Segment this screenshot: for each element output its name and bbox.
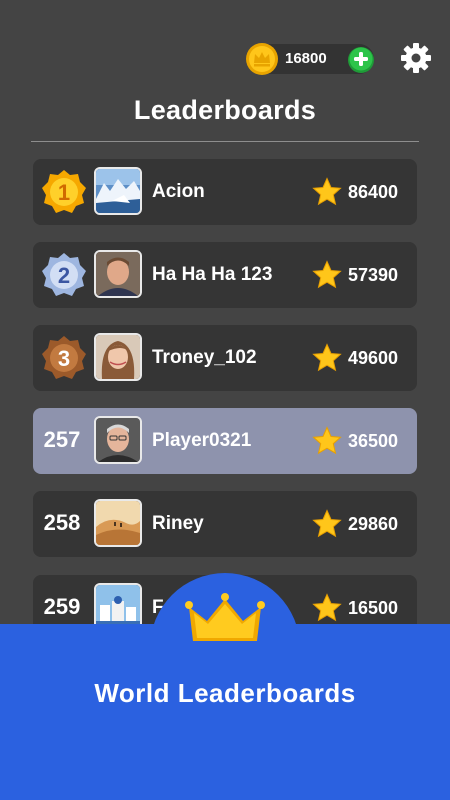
add-coins-button[interactable] xyxy=(347,46,375,74)
desert-photo-icon xyxy=(96,501,140,545)
player-score: 36500 xyxy=(348,431,399,451)
coin-count: 16800 xyxy=(285,50,327,67)
current-player-row[interactable]: 257 Player0321 36500 xyxy=(33,408,417,474)
player-name: Player0321 xyxy=(152,430,252,451)
star-icon xyxy=(312,343,342,373)
player-name: Troney_102 xyxy=(152,347,257,368)
player-rank: 257 xyxy=(43,427,81,452)
player-avatar xyxy=(94,250,142,298)
star-icon xyxy=(312,593,342,623)
leaderboard-row[interactable]: 3 Troney_102 49600 xyxy=(33,325,417,391)
player-avatar xyxy=(94,333,142,381)
woman-portrait-icon xyxy=(96,335,140,379)
star-icon xyxy=(312,260,342,290)
silver-medal-icon: 2 xyxy=(40,251,88,303)
player-name: Acion xyxy=(152,181,205,202)
player-score: 16500 xyxy=(348,598,399,618)
bronze-medal-icon: 3 xyxy=(40,334,88,386)
leaderboard-row[interactable]: 1 Acion 86400 xyxy=(33,159,417,225)
player-score: 49600 xyxy=(348,348,399,368)
player-avatar xyxy=(94,167,142,215)
player-rank: 259 xyxy=(43,594,81,619)
player-rank: 258 xyxy=(43,510,81,535)
gold-medal-icon: 1 xyxy=(40,168,88,220)
leaderboard-row[interactable]: 258 Riney 29860 xyxy=(33,491,417,557)
player-score: 57390 xyxy=(348,265,399,285)
settings-button[interactable] xyxy=(398,40,434,76)
crown-icon xyxy=(185,591,265,651)
player-name: Riney xyxy=(152,513,204,534)
medal-rank: 2 xyxy=(58,263,70,288)
page-title: Leaderboards xyxy=(133,95,317,125)
player-avatar xyxy=(94,416,142,464)
star-icon xyxy=(312,509,342,539)
man-portrait-icon xyxy=(96,252,140,296)
medal-rank: 3 xyxy=(58,346,70,371)
star-icon xyxy=(312,426,342,456)
medal-rank: 1 xyxy=(58,180,70,205)
star-icon xyxy=(312,177,342,207)
player-score: 86400 xyxy=(348,182,399,202)
gear-icon xyxy=(401,43,431,73)
banner-title: World Leaderboards xyxy=(94,678,356,708)
older-man-portrait-icon xyxy=(96,418,140,462)
player-score: 29860 xyxy=(348,514,399,534)
crown-coin-icon xyxy=(245,42,279,76)
glacier-photo-icon xyxy=(96,169,140,213)
title-divider xyxy=(31,141,419,142)
plus-icon xyxy=(348,47,374,73)
town-photo-icon xyxy=(96,585,140,629)
player-name: Ha Ha Ha 123 xyxy=(152,264,273,285)
player-avatar xyxy=(94,499,142,547)
leaderboard-row[interactable]: 2 Ha Ha Ha 123 57390 xyxy=(33,242,417,308)
